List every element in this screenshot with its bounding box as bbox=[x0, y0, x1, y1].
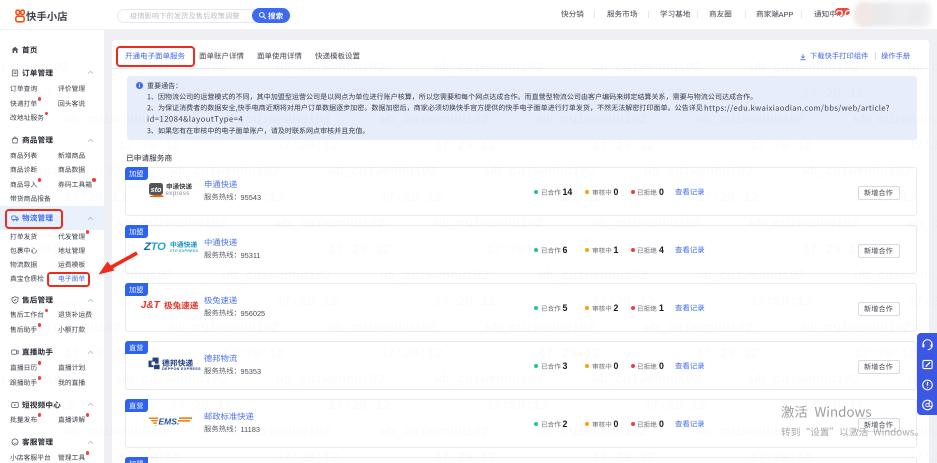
svg-text:EMS.: EMS. bbox=[158, 416, 179, 426]
